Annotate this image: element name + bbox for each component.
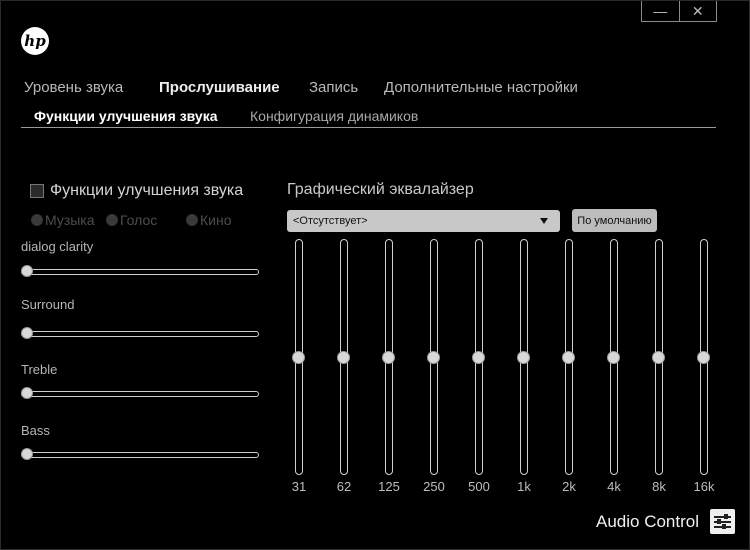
eq-band-thumb-4k[interactable]	[607, 351, 620, 364]
eq-band-slider-4k[interactable]	[607, 239, 620, 475]
eq-band-thumb-500[interactable]	[472, 351, 485, 364]
radio-dot-icon	[186, 214, 198, 226]
subtab-divider	[21, 127, 716, 128]
tab-volume-level[interactable]: Уровень звука	[24, 79, 159, 96]
window-controls: — ✕	[641, 1, 717, 22]
eq-band-label-62: 62	[336, 479, 352, 494]
surround-slider[interactable]	[21, 327, 259, 339]
sliders-icon[interactable]	[710, 509, 735, 534]
surround-slider-thumb[interactable]	[21, 327, 33, 339]
eq-band-thumb-16k[interactable]	[697, 351, 710, 364]
eq-band-slider-1k[interactable]	[517, 239, 530, 475]
eq-band-thumb-62[interactable]	[337, 351, 350, 364]
bass-label: Bass	[21, 423, 50, 438]
tab-recording[interactable]: Запись	[309, 79, 384, 96]
sub-tabs: Функции улучшения звука Конфигурация дин…	[34, 108, 418, 124]
eq-band-slider-62[interactable]	[337, 239, 350, 475]
enhancements-toggle[interactable]: Функции улучшения звука	[30, 182, 243, 200]
equalizer-title: Графический эквалайзер	[287, 181, 474, 198]
enhancements-checkbox-label: Функции улучшения звука	[50, 182, 244, 199]
equalizer-preset-value: <Отсутствует>	[293, 215, 368, 227]
dropdown-arrow-icon	[540, 218, 548, 224]
mode-movie-radio[interactable]: Кино	[186, 212, 232, 228]
eq-band-thumb-1k[interactable]	[517, 351, 530, 364]
dialog-clarity-slider[interactable]	[21, 265, 259, 277]
mode-music-label: Музыка	[45, 212, 95, 228]
treble-slider[interactable]	[21, 387, 259, 399]
reset-default-button[interactable]: По умолчанию	[572, 209, 657, 232]
eq-band-slider-125[interactable]	[382, 239, 395, 475]
eq-band-slider-2k[interactable]	[562, 239, 575, 475]
bass-slider[interactable]	[21, 448, 259, 460]
eq-band-thumb-125[interactable]	[382, 351, 395, 364]
eq-band-thumb-2k[interactable]	[562, 351, 575, 364]
eq-band-thumb-250[interactable]	[427, 351, 440, 364]
eq-band-slider-16k[interactable]	[697, 239, 710, 475]
close-button[interactable]: ✕	[678, 1, 717, 21]
mode-voice-label: Голос	[120, 212, 158, 228]
tab-playback[interactable]: Прослушивание	[159, 79, 309, 96]
eq-band-label-250: 250	[423, 479, 445, 494]
treble-label: Treble	[21, 362, 58, 377]
mode-music-radio[interactable]: Музыка	[31, 212, 106, 228]
surround-label: Surround	[21, 297, 75, 312]
mode-voice-radio[interactable]: Голос	[106, 212, 186, 228]
eq-band-label-125: 125	[378, 479, 400, 494]
subtab-sound-enhancements[interactable]: Функции улучшения звука	[34, 108, 250, 124]
eq-band-slider-500[interactable]	[472, 239, 485, 475]
enhancements-checkbox[interactable]	[30, 184, 44, 198]
eq-band-slider-250[interactable]	[427, 239, 440, 475]
main-tabs: Уровень звука Прослушивание Запись Допол…	[24, 79, 578, 96]
dialog-clarity-slider-thumb[interactable]	[21, 265, 33, 277]
eq-band-label-8k: 8k	[652, 479, 666, 494]
hp-logo: hp	[21, 27, 49, 55]
equalizer-preset-select[interactable]: <Отсутствует>	[287, 210, 560, 232]
radio-dot-icon	[106, 214, 118, 226]
subtab-speaker-configuration[interactable]: Конфигурация динамиков	[250, 108, 418, 124]
eq-band-slider-31[interactable]	[292, 239, 305, 475]
eq-band-label-16k: 16k	[693, 479, 715, 494]
eq-band-label-500: 500	[468, 479, 490, 494]
minimize-button[interactable]: —	[642, 1, 679, 21]
treble-slider-thumb[interactable]	[21, 387, 33, 399]
dialog-clarity-label: dialog clarity	[21, 239, 94, 254]
bass-slider-thumb[interactable]	[21, 448, 33, 460]
eq-band-thumb-8k[interactable]	[652, 351, 665, 364]
eq-band-slider-8k[interactable]	[652, 239, 665, 475]
mode-movie-label: Кино	[200, 212, 232, 228]
eq-band-label-1k: 1k	[517, 479, 531, 494]
radio-dot-icon	[31, 214, 43, 226]
audio-control-window: — ✕ hp Уровень звука Прослушивание Запис…	[0, 0, 750, 550]
tab-advanced-settings[interactable]: Дополнительные настройки	[384, 79, 578, 96]
eq-band-label-2k: 2k	[562, 479, 576, 494]
eq-band-label-4k: 4k	[607, 479, 621, 494]
audio-control-label: Audio Control	[596, 512, 700, 531]
enhancement-mode-group: Музыка Голос Кино	[31, 212, 232, 228]
eq-band-thumb-31[interactable]	[292, 351, 305, 364]
eq-band-label-31: 31	[291, 479, 307, 494]
